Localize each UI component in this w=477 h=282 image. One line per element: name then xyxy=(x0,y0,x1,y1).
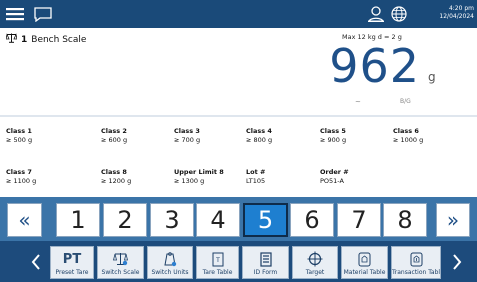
scale-number: 1 xyxy=(21,34,28,45)
upper-limit-cell: Upper Limit 8 ≥ 1300 g xyxy=(174,168,244,186)
class-value: ≥ 500 g xyxy=(6,136,33,144)
id-form-label: ID Form xyxy=(253,269,278,276)
toolbar-next-button[interactable] xyxy=(445,241,469,282)
switch-units-button[interactable]: Switch Units xyxy=(147,246,193,279)
id-form-button[interactable]: ID Form xyxy=(242,246,289,279)
top-bar: 4:20 pm 12/04/2024 xyxy=(0,0,477,28)
class-label: Class 6 xyxy=(393,127,419,135)
transaction-table-button[interactable]: Transaction Table xyxy=(391,246,441,279)
class-label: Class 1 xyxy=(6,127,32,135)
weight-display: 962 xyxy=(329,39,420,93)
class-value: ≥ 1100 g xyxy=(6,177,37,185)
class-cell: Class 6 ≥ 1000 g xyxy=(393,127,463,145)
class-value: ≥ 700 g xyxy=(174,136,201,144)
class-cell: Class 4 ≥ 800 g xyxy=(246,127,316,145)
scale-name: Bench Scale xyxy=(31,34,87,45)
scale-title: 1 Bench Scale xyxy=(5,33,87,46)
class-value: ≥ 900 g xyxy=(320,136,347,144)
class-cell: Class 1 ≥ 500 g xyxy=(6,127,76,145)
preset-tare-label: Preset Tare xyxy=(55,269,89,276)
classes-grid: Class 1 ≥ 500 g Class 2 ≥ 600 g Class 3 … xyxy=(0,117,477,195)
class-label: Class 4 xyxy=(246,127,272,135)
class-value: ≥ 600 g xyxy=(101,136,128,144)
number-button-1[interactable]: 1 xyxy=(56,203,100,237)
order-label: Order # xyxy=(320,168,349,176)
chevron-left-icon xyxy=(31,253,40,270)
id-form-icon xyxy=(243,250,288,268)
transaction-table-label: Transaction Table xyxy=(392,269,440,276)
class-value: ≥ 800 g xyxy=(246,136,273,144)
switch-scale-label: Switch Scale xyxy=(101,269,140,276)
switch-scale-icon xyxy=(98,250,143,268)
switch-units-icon xyxy=(148,250,192,268)
order-value: PO51-A xyxy=(320,177,344,185)
date-text: 12/04/2024 xyxy=(439,13,474,20)
next-page-button[interactable]: » xyxy=(436,203,470,237)
class-label: Class 8 xyxy=(101,168,127,176)
number-button-2[interactable]: 2 xyxy=(103,203,147,237)
number-button-4[interactable]: 4 xyxy=(196,203,240,237)
number-strip: « 1 2 3 4 5 6 7 8 » xyxy=(0,197,477,241)
order-cell: Order # PO51-A xyxy=(320,168,390,186)
scale-panel: 1 Bench Scale Max 12 kg d = 2 g 962 g ~ … xyxy=(0,28,477,114)
lot-cell: Lot # LT105 xyxy=(246,168,316,186)
number-button-5-selected[interactable]: 5 xyxy=(243,203,288,237)
lot-value: LT105 xyxy=(246,177,266,185)
target-button[interactable]: Target xyxy=(292,246,338,279)
class-cell: Class 8 ≥ 1200 g xyxy=(101,168,171,186)
class-cell: Class 5 ≥ 900 g xyxy=(320,127,390,145)
preset-tare-icon: PT xyxy=(62,251,82,267)
toolbar-prev-button[interactable] xyxy=(24,241,48,282)
class-label: Class 5 xyxy=(320,127,346,135)
motion-indicator: ~ xyxy=(355,98,361,106)
class-value: ≥ 1000 g xyxy=(393,136,424,144)
class-cell: Class 7 ≥ 1100 g xyxy=(6,168,76,186)
class-label: Class 7 xyxy=(6,168,32,176)
switch-scale-button[interactable]: Switch Scale xyxy=(97,246,144,279)
class-cell: Class 3 ≥ 700 g xyxy=(174,127,244,145)
target-label: Target xyxy=(305,269,325,276)
number-button-3[interactable]: 3 xyxy=(150,203,194,237)
time-text: 4:20 pm xyxy=(448,5,474,12)
scale-icon xyxy=(5,33,18,46)
tare-table-label: Tare Table xyxy=(202,269,233,276)
number-button-8[interactable]: 8 xyxy=(383,203,427,237)
bottom-toolbar: PT Preset Tare Switch Scale Switch Units… xyxy=(0,241,477,282)
globe-icon[interactable] xyxy=(389,0,409,28)
number-button-7[interactable]: 7 xyxy=(337,203,381,237)
target-icon xyxy=(293,250,337,268)
class-label: Upper Limit 8 xyxy=(174,168,224,176)
weight-unit: g xyxy=(428,70,436,84)
class-value: ≥ 1300 g xyxy=(174,177,205,185)
lot-label: Lot # xyxy=(246,168,266,176)
preset-tare-button[interactable]: PT Preset Tare xyxy=(50,246,94,279)
switch-units-label: Switch Units xyxy=(151,269,189,276)
svg-text:T: T xyxy=(215,257,220,264)
material-table-icon xyxy=(342,250,387,268)
class-label: Class 3 xyxy=(174,127,200,135)
menu-icon[interactable] xyxy=(6,0,24,28)
class-label: Class 2 xyxy=(101,127,127,135)
tare-table-icon: T xyxy=(197,250,238,268)
transaction-table-icon xyxy=(392,250,440,268)
class-value: ≥ 1200 g xyxy=(101,177,132,185)
number-button-6[interactable]: 6 xyxy=(290,203,334,237)
material-table-button[interactable]: Material Table xyxy=(341,246,388,279)
gross-net-indicator: B/G xyxy=(400,98,411,105)
user-icon[interactable] xyxy=(366,0,386,28)
material-table-label: Material Table xyxy=(343,269,386,276)
chat-icon[interactable] xyxy=(34,0,52,28)
tare-table-button[interactable]: T Tare Table xyxy=(196,246,239,279)
class-cell: Class 2 ≥ 600 g xyxy=(101,127,171,145)
chevron-right-icon xyxy=(453,253,462,270)
previous-page-button[interactable]: « xyxy=(7,203,42,237)
datetime: 4:20 pm 12/04/2024 xyxy=(418,5,474,21)
